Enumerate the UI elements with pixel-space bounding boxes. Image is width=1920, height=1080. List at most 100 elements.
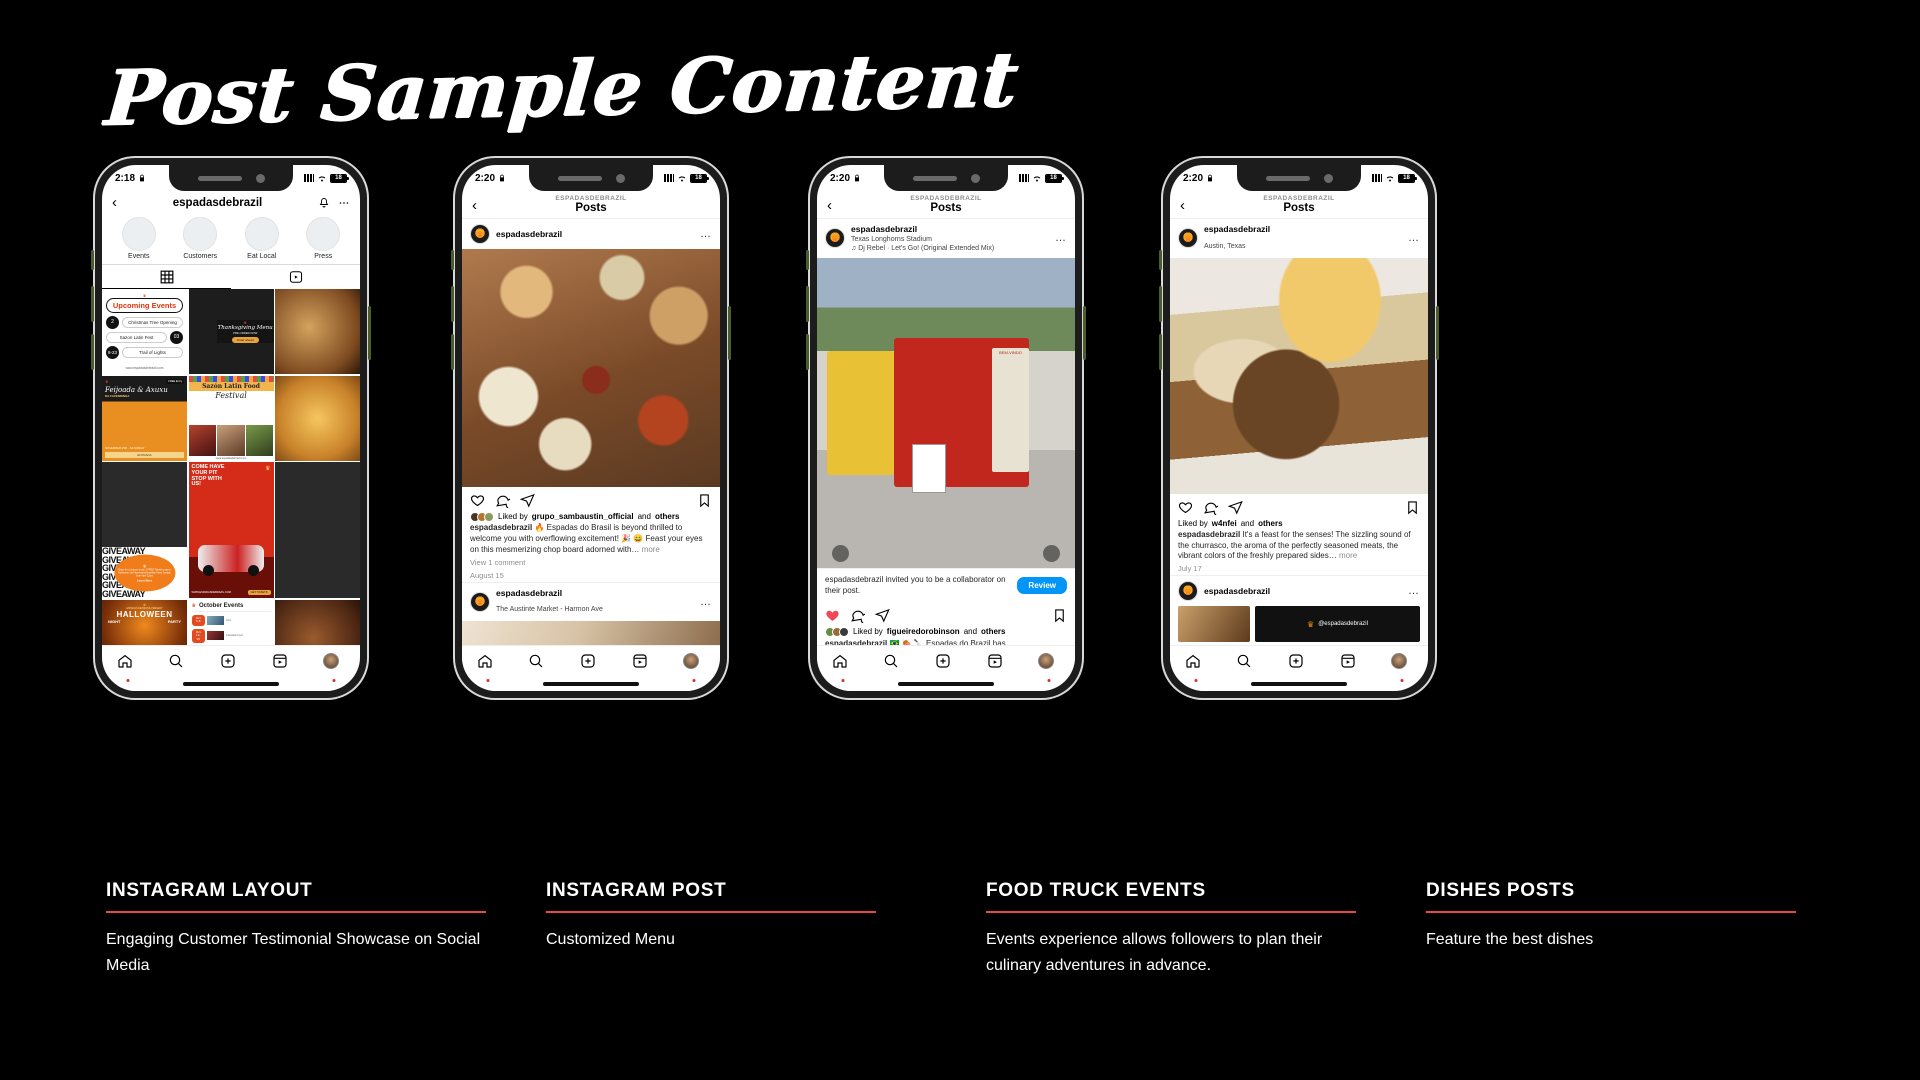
giveaway-cta[interactable]: Learn More: [137, 578, 152, 582]
post-comments-link[interactable]: View 1 comment: [462, 556, 720, 569]
grid-post-formula[interactable]: Formula 1: [275, 462, 360, 599]
next-post-username[interactable]: espadasdebrazil: [1204, 586, 1270, 597]
reels-icon[interactable]: [272, 653, 294, 675]
grid-post-roast-platter[interactable]: [275, 289, 360, 374]
post-image[interactable]: BEM-VINDO: [817, 257, 1075, 568]
tag-icon[interactable]: [832, 544, 850, 562]
share-icon[interactable]: [520, 493, 535, 508]
grid-post-pit-stop[interactable]: COME HAVE YOUR PIT STOP WITH US! ♛ WWW.E…: [188, 462, 274, 599]
caption-username[interactable]: espadasdebrazil: [470, 523, 532, 532]
save-icon[interactable]: [697, 493, 712, 508]
next-post-thumb[interactable]: [1178, 606, 1250, 643]
thanksgiving-cta[interactable]: Order ahead: [231, 336, 259, 343]
home-icon[interactable]: [1185, 653, 1207, 682]
next-post-location[interactable]: The Austinte Market - Harmon Ave: [496, 606, 603, 613]
highlight-customers[interactable]: Customers: [183, 217, 218, 260]
highlight-press[interactable]: Press: [306, 217, 341, 260]
menu-icon[interactable]: [338, 197, 350, 209]
event-date-badge: 2: [106, 316, 119, 329]
posts-nav-subtitle: ESPADASDEBRAZIL: [555, 195, 627, 202]
profile-avatar[interactable]: [683, 653, 705, 682]
tab-grid[interactable]: [102, 265, 231, 289]
search-icon[interactable]: [883, 653, 905, 675]
avatar[interactable]: [470, 591, 490, 612]
like-icon[interactable]: [470, 493, 485, 508]
caption-username[interactable]: espadasdebrazil: [1178, 530, 1240, 539]
comment-icon[interactable]: [495, 493, 510, 508]
save-icon[interactable]: [1405, 500, 1420, 515]
earpiece-speaker: [1265, 175, 1310, 181]
likes-others[interactable]: others: [1258, 518, 1282, 529]
avatar[interactable]: [1178, 228, 1198, 249]
add-post-icon[interactable]: [935, 653, 957, 675]
reels-icon[interactable]: [1340, 653, 1362, 675]
post-location[interactable]: Texas Longhorns Stadium: [851, 235, 1049, 244]
mute-icon[interactable]: [1042, 544, 1060, 562]
back-icon[interactable]: ‹: [472, 197, 477, 214]
post-location[interactable]: Austin, Texas: [1204, 243, 1246, 250]
pitstop-cta[interactable]: GET TICKETS: [247, 590, 271, 596]
post-username[interactable]: espadasdebrazil: [851, 224, 1049, 235]
post-username[interactable]: espadasdebrazil: [496, 229, 562, 240]
lock-icon: [855, 174, 860, 182]
search-icon[interactable]: [528, 653, 550, 675]
share-icon[interactable]: [1228, 500, 1243, 515]
comment-icon[interactable]: [850, 608, 865, 624]
likes-username[interactable]: w4nfei: [1212, 518, 1237, 529]
reels-icon[interactable]: [632, 653, 654, 675]
avatar[interactable]: [470, 224, 490, 244]
post-image[interactable]: [462, 249, 720, 487]
next-post-username[interactable]: espadasdebrazil: [496, 588, 603, 599]
tab-reels[interactable]: [231, 265, 360, 289]
like-icon[interactable]: [825, 608, 840, 623]
review-button[interactable]: Review: [1017, 577, 1067, 595]
back-icon[interactable]: ‹: [827, 197, 832, 214]
bell-icon[interactable]: [318, 197, 330, 209]
share-icon[interactable]: [875, 608, 890, 623]
likes-username[interactable]: grupo_sambaustin_official: [532, 511, 634, 522]
add-post-icon[interactable]: [580, 653, 602, 675]
post-username[interactable]: espadasdebrazil: [1204, 224, 1402, 235]
home-icon[interactable]: [832, 653, 854, 682]
home-icon[interactable]: [117, 653, 139, 682]
avatar[interactable]: [1178, 581, 1198, 602]
next-post-banner[interactable]: ♛ @espadasdebrazil: [1255, 606, 1420, 643]
back-icon[interactable]: ‹: [1180, 197, 1185, 214]
grid-post-giveaway[interactable]: GIVEAWAY GIVEAWAY GIVEAWAY GIVEAWAY GIVE…: [102, 462, 187, 599]
add-post-icon[interactable]: [220, 653, 242, 675]
like-icon[interactable]: [1178, 500, 1193, 515]
comment-icon[interactable]: [1203, 500, 1218, 515]
search-icon[interactable]: [168, 653, 190, 675]
home-icon[interactable]: [477, 653, 499, 682]
highlight-events[interactable]: Events: [121, 217, 156, 260]
likes-others[interactable]: others: [981, 626, 1005, 637]
grid-post-thanksgiving[interactable]: ♛ Thanksgiving Menu PRE ORDER NOW Order …: [188, 289, 274, 374]
search-icon[interactable]: [1236, 653, 1258, 675]
profile-avatar[interactable]: [1038, 653, 1060, 682]
post-image[interactable]: [1170, 257, 1428, 494]
caption-more-link[interactable]: more: [1339, 551, 1357, 560]
caption-more-link[interactable]: more: [642, 545, 660, 554]
profile-avatar[interactable]: [1391, 653, 1413, 682]
post-menu-icon[interactable]: …: [1408, 232, 1420, 244]
post-music[interactable]: ♫ Dj Rebel · Let's Go! (Original Extende…: [851, 244, 1049, 253]
feijoada-cta[interactable]: ENTRADA: [105, 451, 184, 458]
sazon-footer: www.espadasdebrazil.com: [215, 456, 247, 460]
reels-icon[interactable]: [987, 653, 1009, 675]
grid-post-pastry[interactable]: [275, 375, 360, 461]
grid-post-sazon-festival[interactable]: Sazón Latin Food Festival www.espadasdeb…: [188, 375, 274, 461]
likes-others[interactable]: others: [655, 511, 679, 522]
save-icon[interactable]: [1052, 608, 1067, 623]
post-menu-icon[interactable]: …: [1055, 232, 1067, 244]
post-menu-icon[interactable]: …: [700, 228, 712, 240]
highlight-eat-local[interactable]: Eat Local: [244, 217, 279, 260]
avatar[interactable]: [825, 228, 845, 249]
profile-avatar[interactable]: [323, 653, 345, 682]
grid-post-upcoming-events[interactable]: ♛ Upcoming Events 2 Christmas Tree Openi…: [102, 289, 187, 374]
likes-username[interactable]: figueiredorobinson: [887, 626, 960, 637]
add-post-icon[interactable]: [1288, 653, 1310, 675]
next-post-menu-icon[interactable]: …: [1408, 585, 1420, 597]
next-post-menu-icon[interactable]: …: [700, 596, 712, 608]
october-date-badge: Oct 6-8: [191, 614, 205, 626]
grid-post-feijoada[interactable]: ♛ FREE Entry Feijoada & Axuxu DA FAZENDI…: [102, 375, 187, 461]
